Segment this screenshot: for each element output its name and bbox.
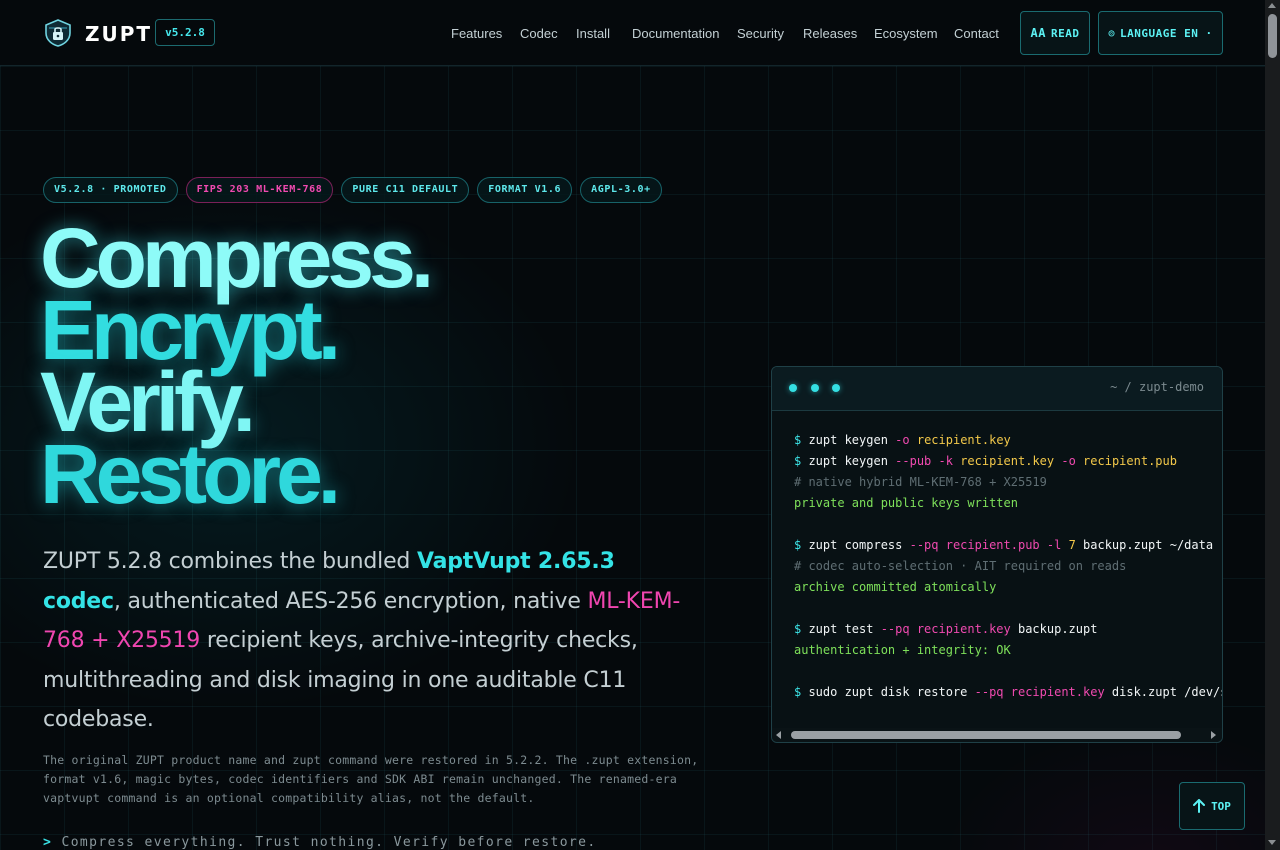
terminal-token: private and public keys written	[794, 496, 1018, 510]
terminal-output: $ zupt keygen -o recipient.key $ zupt key…	[794, 430, 1222, 703]
nav-ecosystem[interactable]: Ecosystem	[874, 26, 938, 41]
badge-version: V5.2.8 · PROMOTED	[43, 177, 178, 203]
window-dot-icon	[811, 384, 819, 392]
terminal-token: -o	[1061, 454, 1084, 468]
scroll-up-icon[interactable]	[1268, 3, 1276, 8]
tagline: > Compress everything. Trust nothing. Ve…	[43, 835, 597, 850]
terminal-token: recipient.key	[1010, 685, 1112, 699]
scroll-right-icon[interactable]	[1211, 731, 1216, 739]
page-scrollbar[interactable]	[1265, 0, 1280, 850]
terminal-token: recipient.key	[916, 622, 1018, 636]
terminal-token: authentication + integrity: OK	[794, 643, 1011, 657]
terminal-line-comment: # native hybrid ML-KEM-768 + X25519	[794, 472, 1222, 493]
terminal-token: recipient.key	[916, 433, 1011, 447]
badge-c11: PURE C11 DEFAULT	[341, 177, 470, 203]
read-mode-label: READ	[1050, 26, 1080, 40]
back-to-top-button[interactable]: TOP	[1179, 782, 1245, 830]
terminal-token: backup.zupt ~/data	[1083, 538, 1214, 552]
rename-note: The original ZUPT product name and zupt …	[43, 753, 699, 805]
terminal-line-out: archive committed atomically	[794, 577, 1222, 598]
page-scrollbar-thumb[interactable]	[1268, 14, 1277, 58]
terminal-token: disk.zupt /dev/sdb	[1111, 685, 1222, 699]
terminal-token: $	[794, 622, 809, 636]
window-dot-icon	[789, 384, 797, 392]
site-header: ZUPT v5.2.8 Features Codec Install Docum…	[0, 0, 1265, 66]
terminal-token: zupt keygen	[808, 454, 896, 468]
text-size-icon: AA	[1030, 26, 1046, 40]
nav-security[interactable]: Security	[737, 26, 784, 41]
terminal-token: $	[794, 538, 809, 552]
terminal-line-out: private and public keys written	[794, 493, 1222, 514]
terminal-line-comment: # codec auto-selection · AIT required on…	[794, 556, 1222, 577]
terminal-token: zupt compress	[808, 538, 910, 552]
badge-license: AGPL-3.0+	[580, 177, 662, 203]
hero-line-restore: Restore.	[40, 427, 341, 521]
badge-format: FORMAT V1.6	[477, 177, 573, 203]
terminal-token: --pq	[909, 538, 946, 552]
terminal-token: $	[794, 433, 809, 447]
terminal-token: --pub	[895, 454, 939, 468]
terminal-horizontal-scrollbar[interactable]	[772, 728, 1222, 742]
terminal-window: ~ / zupt-demo $ zupt keygen -o recipient…	[771, 366, 1223, 743]
terminal-line-cmd: $ zupt test --pq recipient.key backup.zu…	[794, 619, 1222, 640]
read-mode-button[interactable]: AA READ	[1020, 11, 1090, 55]
terminal-line-cmd: $ zupt compress --pq recipient.pub -l 7 …	[794, 535, 1222, 556]
language-button[interactable]: ◎ LANGUAGE EN ·	[1098, 11, 1223, 55]
scroll-left-icon[interactable]	[776, 731, 781, 739]
nav-contact[interactable]: Contact	[954, 26, 999, 41]
hero-heading: Compress. Encrypt. Verify. Restore.	[40, 216, 434, 521]
badge-fips: FIPS 203 ML-KEM-768	[185, 177, 334, 203]
terminal-token: -l	[1046, 538, 1069, 552]
terminal-token: recipient.pub	[945, 538, 1047, 552]
terminal-token: zupt test	[808, 622, 881, 636]
terminal-line-cmd: $ zupt keygen -o recipient.key	[794, 430, 1222, 451]
scrollbar-thumb[interactable]	[791, 731, 1181, 739]
lead-text-2: , authenticated AES-256 encryption, nati…	[113, 588, 588, 614]
badge-row: V5.2.8 · PROMOTED FIPS 203 ML-KEM-768 PU…	[43, 177, 662, 203]
hero-lead: ZUPT 5.2.8 combines the bundled VaptVupt…	[43, 542, 693, 740]
terminal-token: 7	[1068, 538, 1084, 552]
terminal-title: ~ / zupt-demo	[1110, 380, 1204, 394]
nav-codec[interactable]: Codec	[520, 26, 558, 41]
version-chip: v5.2.8	[155, 19, 215, 46]
tagline-prompt: >	[43, 835, 53, 850]
brand-name[interactable]: ZUPT	[85, 22, 152, 46]
terminal-token: # codec auto-selection · AIT required on…	[794, 559, 1127, 573]
terminal-token: archive committed atomically	[794, 580, 997, 594]
nav-documentation[interactable]: Documentation	[632, 26, 719, 41]
terminal-token: -k	[938, 454, 961, 468]
terminal-titlebar: ~ / zupt-demo	[772, 367, 1222, 411]
globe-icon: ◎	[1108, 27, 1115, 39]
scroll-down-icon[interactable]	[1268, 840, 1276, 845]
shield-lock-logo-icon[interactable]	[43, 19, 73, 47]
language-label: LANGUAGE EN ·	[1119, 26, 1213, 40]
terminal-token: --pq	[974, 685, 1011, 699]
terminal-token: $	[794, 454, 809, 468]
terminal-token: $	[794, 685, 809, 699]
back-to-top-label: TOP	[1211, 799, 1231, 813]
terminal-line-cmd: $ zupt keygen --pub -k recipient.key -o …	[794, 451, 1222, 472]
terminal-token: recipient.key	[960, 454, 1062, 468]
terminal-token: # native hybrid ML-KEM-768 + X25519	[794, 475, 1047, 489]
window-dot-icon	[832, 384, 840, 392]
terminal-token: --pq	[880, 622, 917, 636]
terminal-token: sudo zupt disk restore	[808, 685, 975, 699]
nav-install[interactable]: Install	[576, 26, 610, 41]
tagline-text: Compress everything. Trust nothing. Veri…	[61, 835, 597, 850]
terminal-token: -o	[895, 433, 917, 447]
nav-releases[interactable]: Releases	[803, 26, 857, 41]
arrow-up-icon	[1193, 799, 1206, 813]
terminal-token: backup.zupt	[1017, 622, 1098, 636]
nav-features[interactable]: Features	[451, 26, 502, 41]
lead-text-1: ZUPT 5.2.8 combines the bundled	[43, 549, 417, 574]
terminal-line-out: authentication + integrity: OK	[794, 640, 1222, 661]
terminal-line-cmd: $ sudo zupt disk restore --pq recipient.…	[794, 682, 1222, 703]
terminal-token: recipient.pub	[1083, 454, 1177, 468]
terminal-token: zupt keygen	[808, 433, 896, 447]
